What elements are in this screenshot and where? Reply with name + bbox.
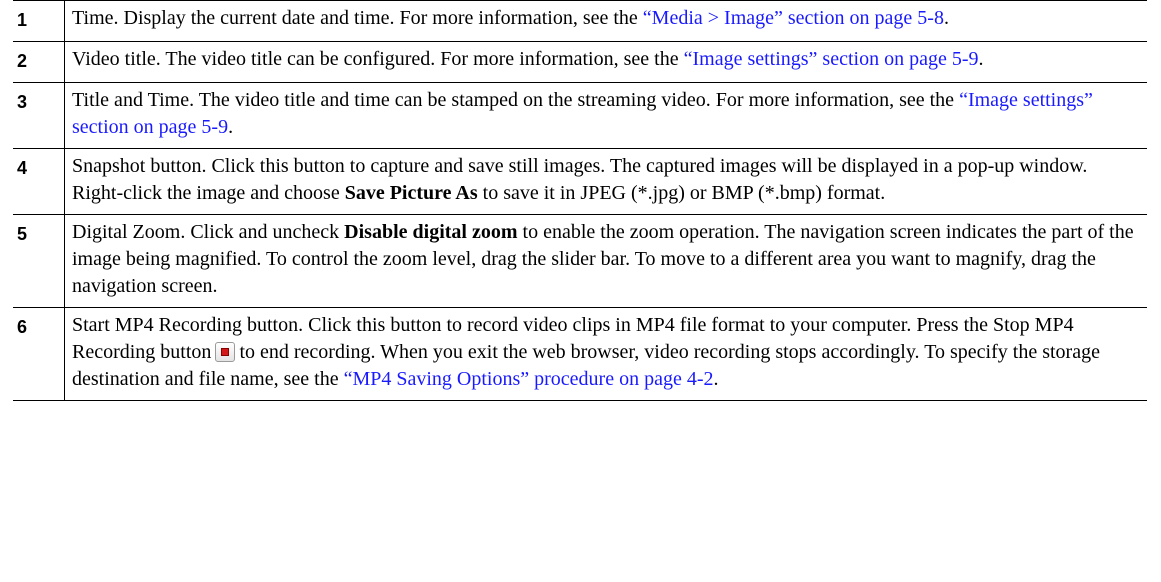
table-row: 6 Start MP4 Recording button. Click this… xyxy=(13,307,1148,401)
table-row: 5 Digital Zoom. Click and uncheck Disabl… xyxy=(13,214,1148,308)
callout-table: 1 Time. Display the current date and tim… xyxy=(13,0,1147,401)
stop-recording-icon xyxy=(215,342,236,362)
table-row: 2 Video title. The video title can be co… xyxy=(13,41,1148,83)
callout-number: 1 xyxy=(13,0,65,42)
callout-description: Time. Display the current date and time.… xyxy=(65,1,1148,42)
callout-number: 3 xyxy=(13,82,65,149)
xref-link-image-settings[interactable]: “Image settings” section on page 5-9 xyxy=(684,48,979,70)
callout-description: Digital Zoom. Click and uncheck Disable … xyxy=(65,215,1148,308)
xref-link-media-image[interactable]: “Media > Image” section on page 5-8 xyxy=(643,7,944,29)
table-row: 3 Title and Time. The video title and ti… xyxy=(13,82,1148,149)
description-text: to save it in JPEG (*.jpg) or BMP (*.bmp… xyxy=(477,182,886,204)
description-text: Video title. The video title can be conf… xyxy=(72,48,684,70)
callout-description: Snapshot button. Click this button to ca… xyxy=(65,149,1148,215)
callout-description: Title and Time. The video title and time… xyxy=(65,83,1148,149)
ui-term-save-picture-as: Save Picture As xyxy=(344,182,478,204)
description-text: . xyxy=(978,48,984,70)
table-row: 4 Snapshot button. Click this button to … xyxy=(13,148,1148,215)
ui-term-disable-digital-zoom: Disable digital zoom xyxy=(344,221,518,243)
callout-number: 5 xyxy=(13,214,65,308)
callout-number: 4 xyxy=(13,148,65,215)
callout-description: Video title. The video title can be conf… xyxy=(65,42,1148,83)
description-text: Digital Zoom. Click and uncheck xyxy=(72,221,345,243)
description-text: Title and Time. The video title and time… xyxy=(72,89,960,111)
description-text: Time. Display the current date and time.… xyxy=(72,7,643,29)
table-row: 1 Time. Display the current date and tim… xyxy=(13,0,1148,42)
callout-number: 2 xyxy=(13,41,65,83)
description-text: . xyxy=(943,7,949,29)
callout-number: 6 xyxy=(13,307,65,401)
callout-description: Start MP4 Recording button. Click this b… xyxy=(65,308,1148,401)
description-text: . xyxy=(228,116,234,138)
description-text: . xyxy=(713,368,719,390)
xref-link-mp4-saving-options[interactable]: “MP4 Saving Options” procedure on page 4… xyxy=(344,368,714,390)
